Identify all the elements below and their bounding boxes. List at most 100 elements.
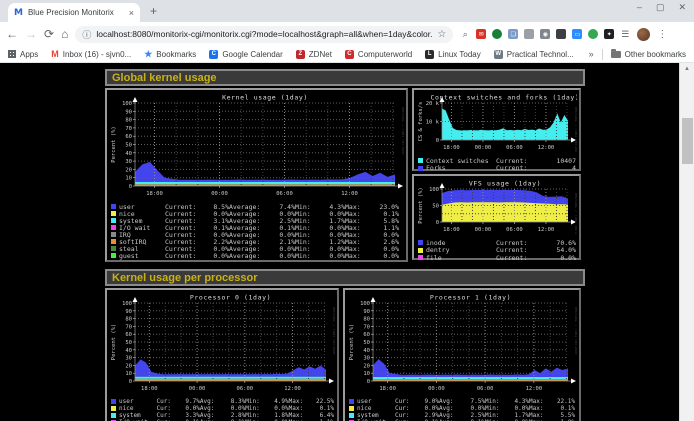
svg-text:RRDTOOL / TOBI OETIKER: RRDTOOL / TOBI OETIKER <box>574 307 577 355</box>
meet-extension-icon[interactable]: ▭ <box>572 29 582 39</box>
legend-swatch <box>111 239 116 244</box>
legend-stat-label: Cur: <box>156 412 176 419</box>
graph-cell-vfs-usage[interactable]: 05010018:0000:0006:0012:00VFS usage (1da… <box>412 174 581 260</box>
dark-extension-icon[interactable] <box>556 29 566 39</box>
context-switches-graph[interactable]: 010 k20 k18:0000:0006:0012:00Context swi… <box>416 92 577 152</box>
gmail-icon: M <box>51 50 59 59</box>
svg-text:90: 90 <box>363 309 370 315</box>
legend-swatch <box>418 240 423 245</box>
browser-tab[interactable]: M Blue Precision Monitorix × <box>8 3 140 22</box>
graph-cell-kernel-usage[interactable]: 010203040506070809010018:0000:0006:0012:… <box>105 88 408 262</box>
page-info-icon[interactable]: ⓘ <box>82 28 91 41</box>
legend-stat-label: Cur: <box>395 405 415 412</box>
svg-text:20: 20 <box>125 167 132 173</box>
bookmarks-overflow-icon[interactable]: » <box>589 49 594 59</box>
bookmark-item[interactable]: MInbox (16) - sjvn0... <box>51 50 131 59</box>
legend-row-user: userCur:9.0%Avg:7.5%Min:4.3%Max:22.1% <box>348 398 576 405</box>
address-bar[interactable]: ⓘ localhost:8080/monitorix-cgi/monitorix… <box>75 26 453 43</box>
legend-series-name: user <box>357 398 395 405</box>
svg-text:12:00: 12:00 <box>284 386 301 392</box>
tab-list-icon[interactable]: ☰ <box>620 29 630 39</box>
home-button[interactable]: ⌂ <box>61 28 68 40</box>
bookmark-item[interactable]: CGoogle Calendar <box>209 50 282 59</box>
svg-text:40: 40 <box>363 348 370 354</box>
other-bookmarks-button[interactable]: Other bookmarks <box>611 50 686 59</box>
legend-stat-value: 0.0% <box>222 405 246 412</box>
pages-extension-icon[interactable]: ❏ <box>508 29 518 39</box>
legend-swatch <box>111 253 116 258</box>
graph-cell-context-switches[interactable]: 010 k20 k18:0000:0006:0012:00Context swi… <box>412 88 581 171</box>
legend-stat-label: Average: <box>229 252 271 260</box>
bookmark-star-icon[interactable]: ☆ <box>437 29 446 40</box>
page-scrollbar[interactable]: ▲ <box>679 63 694 421</box>
scrollbar-up-icon[interactable]: ▲ <box>680 63 694 76</box>
window-minimize-icon[interactable]: – <box>637 2 642 13</box>
graph-cell-processor-0[interactable]: 010203040506070809010018:0000:0006:0012:… <box>105 288 339 421</box>
legend-row-guest: guestCurrent:0.0%Average:0.0%Min:0.0%Max… <box>110 252 403 259</box>
legend-series-name: nice <box>119 405 156 412</box>
vfs-usage-legend: inodeCurrent:70.6%dentryCurrent:54.0%fil… <box>416 239 577 262</box>
svg-text:06:00: 06:00 <box>506 227 523 233</box>
svg-text:CS & forks/s: CS & forks/s <box>418 102 424 142</box>
legend-swatch <box>418 248 423 253</box>
svg-text:10: 10 <box>363 371 370 377</box>
svg-text:30: 30 <box>363 356 370 362</box>
bookmark-label: ZDNet <box>309 50 332 59</box>
legend-swatch <box>349 406 354 411</box>
bookmark-label: Practical Technol... <box>507 50 574 59</box>
bookmark-item[interactable]: CComputerworld <box>345 50 412 59</box>
svg-text:18:00: 18:00 <box>146 191 163 197</box>
bookmark-item[interactable]: ★Bookmarks <box>144 50 196 59</box>
eye-extension-icon[interactable]: ◉ <box>540 29 550 39</box>
linuxtoday-icon: L <box>425 50 434 59</box>
legend-stat-label: Max: <box>289 412 311 419</box>
legend-stat-label: Cur: <box>395 412 415 419</box>
forward-button[interactable]: → <box>25 28 37 40</box>
profile-avatar[interactable] <box>637 28 650 41</box>
svg-text:00:00: 00:00 <box>428 386 445 392</box>
vfs-usage-graph[interactable]: 05010018:0000:0006:0012:00VFS usage (1da… <box>416 178 577 234</box>
mail-extension-icon[interactable]: ✉ <box>476 29 486 39</box>
window-close-icon[interactable]: ✕ <box>678 2 686 13</box>
globe-extension-icon[interactable] <box>492 29 502 39</box>
svg-text:06:00: 06:00 <box>237 386 254 392</box>
back-button[interactable]: ← <box>6 28 18 40</box>
legend-stat-value: 0.0% <box>461 405 485 412</box>
graph-cell-processor-1[interactable]: 010203040506070809010018:0000:0006:0012:… <box>343 288 581 421</box>
url-text[interactable]: localhost:8080/monitorix-cgi/monitorix.c… <box>96 29 432 39</box>
green-extension-icon[interactable] <box>588 29 598 39</box>
svg-text:12:00: 12:00 <box>538 145 555 151</box>
processor-0-graph[interactable]: 010203040506070809010018:0000:0006:0012:… <box>109 292 335 393</box>
kernel-usage-graph[interactable]: 010203040506070809010018:0000:0006:0012:… <box>109 92 404 198</box>
legend-stat-label: Avg: <box>439 412 461 419</box>
legend-stat-label: Avg: <box>200 398 222 405</box>
bookmark-item[interactable]: ZZDNet <box>296 50 332 59</box>
search-extension-icon[interactable]: ⌕ <box>460 29 470 39</box>
box-extension-icon[interactable] <box>524 29 534 39</box>
new-tab-button[interactable]: + <box>150 4 157 18</box>
legend-stat-value: 1.7% <box>505 412 529 419</box>
pin-extension-icon[interactable]: ✦ <box>604 29 614 39</box>
legend-stat-value: 0.0% <box>271 252 295 260</box>
legend-stat-value: 0.1% <box>310 405 334 412</box>
svg-text:100: 100 <box>429 187 439 193</box>
bookmark-label: Linux Today <box>438 50 481 59</box>
tab-close-icon[interactable]: × <box>129 8 134 18</box>
browser-menu-icon[interactable]: ⋮ <box>657 29 667 40</box>
svg-text:RRDTOOL / TOBI OETIKER: RRDTOOL / TOBI OETIKER <box>401 107 404 155</box>
bookmark-item[interactable]: WPractical Technol... <box>494 50 574 59</box>
bookmark-item[interactable]: L Linux Today <box>425 50 481 59</box>
legend-stat-label: Min: <box>245 405 265 412</box>
tab-strip: M Blue Precision Monitorix × + – ▢ ✕ <box>0 0 694 22</box>
svg-text:12:00: 12:00 <box>526 386 543 392</box>
processor-1-graph[interactable]: 010203040506070809010018:0000:0006:0012:… <box>347 292 577 393</box>
computerworld-icon: C <box>345 50 354 59</box>
bookmark-item[interactable]: Apps <box>8 50 38 59</box>
scrollbar-thumb[interactable] <box>682 118 693 164</box>
svg-text:10: 10 <box>125 176 132 182</box>
window-maximize-icon[interactable]: ▢ <box>656 2 665 13</box>
legend-row-file: fileCurrent:0.0% <box>417 254 576 262</box>
reload-button[interactable]: ⟳ <box>44 28 54 40</box>
svg-text:0: 0 <box>436 138 439 144</box>
svg-text:30: 30 <box>125 356 132 362</box>
